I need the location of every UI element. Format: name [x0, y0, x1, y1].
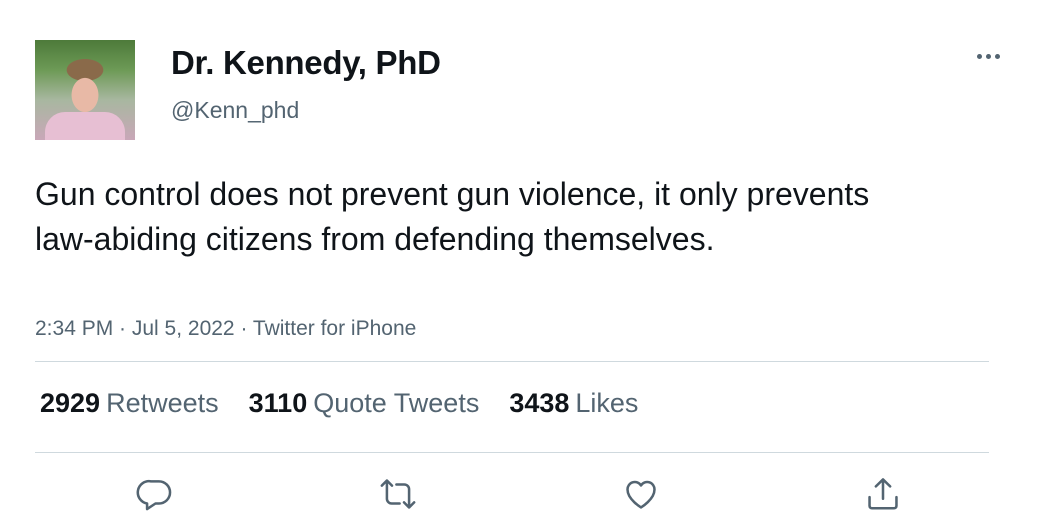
quote-tweet-count: 3110: [248, 388, 308, 418]
quote-tweet-label: Quote Tweets: [313, 388, 480, 418]
stat-quote-tweets[interactable]: 3110 Quote Tweets: [249, 388, 480, 419]
stat-likes[interactable]: 3438 Likes: [509, 388, 638, 419]
share-icon: [868, 478, 898, 510]
heart-icon: [626, 480, 656, 509]
stat-retweets[interactable]: 2929 Retweets: [40, 388, 219, 419]
avatar[interactable]: [35, 40, 135, 140]
tweet-meta[interactable]: 2:34 PM · Jul 5, 2022 · Twitter for iPho…: [35, 317, 416, 341]
retweet-label: Retweets: [106, 388, 219, 418]
author-name[interactable]: Dr. Kennedy, PhD: [171, 44, 441, 82]
dot: [985, 53, 991, 59]
share-button[interactable]: [863, 474, 903, 514]
tweet-stats: 2929 Retweets 3110 Quote Tweets 3438 Likes: [40, 388, 638, 419]
dot: [994, 53, 1000, 59]
retweet-icon: [380, 479, 416, 509]
like-count: 3438: [509, 388, 570, 418]
dot: [976, 53, 982, 59]
more-horizontal-icon[interactable]: [972, 46, 1004, 66]
like-label: Likes: [575, 388, 639, 418]
retweet-count: 2929: [40, 388, 101, 418]
avatar-shirt: [45, 112, 125, 140]
reply-icon: [136, 479, 172, 511]
retweet-button[interactable]: [378, 474, 418, 514]
like-button[interactable]: [621, 474, 661, 514]
author-handle[interactable]: @Kenn_phd: [171, 97, 299, 124]
divider-bottom: [35, 452, 989, 453]
divider-top: [35, 361, 989, 362]
reply-button[interactable]: [135, 474, 175, 514]
tweet-text: Gun control does not prevent gun violenc…: [35, 176, 870, 257]
